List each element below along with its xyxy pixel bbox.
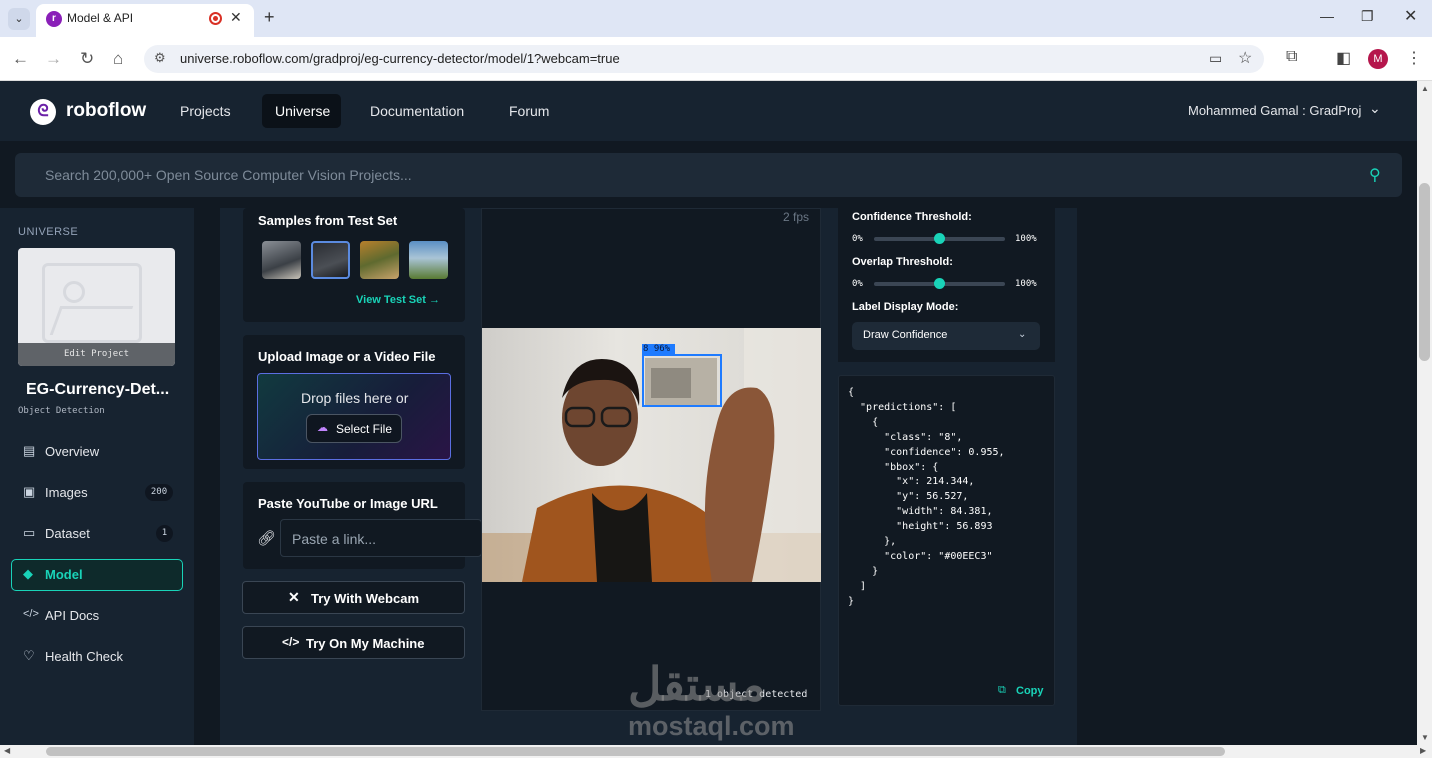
webcam-frame — [482, 328, 821, 582]
reload-icon[interactable]: ↻ — [80, 49, 94, 69]
page-viewport: ᘓ roboflow Projects Universe Documentati… — [0, 81, 1417, 745]
site-info-icon[interactable]: ⚙ — [154, 50, 166, 66]
horizontal-scroll-thumb[interactable] — [46, 747, 1225, 756]
logo-text[interactable]: roboflow — [66, 100, 146, 122]
model-icon: ◆ — [23, 566, 33, 581]
count-badge: 200 — [145, 484, 173, 501]
sidebar-item-label: API Docs — [45, 608, 100, 623]
code-icon: </> — [23, 608, 39, 620]
nav-universe[interactable]: Universe — [275, 103, 330, 119]
link-icon: 🔗︎ — [257, 530, 277, 547]
sample-thumbnail[interactable] — [360, 241, 399, 279]
try-webcam-label: Try With Webcam — [311, 591, 419, 606]
new-tab-icon[interactable]: + — [264, 7, 275, 28]
scroll-left-icon[interactable]: ◀ — [4, 746, 10, 755]
search-input[interactable]: Search 200,000+ Open Source Computer Vis… — [45, 167, 412, 183]
chevron-down-icon[interactable]: ⌄ — [1369, 100, 1381, 117]
side-panel-icon[interactable]: ◧ — [1336, 48, 1351, 68]
slider-min: 0% — [852, 234, 863, 244]
forward-icon[interactable]: → — [45, 49, 62, 69]
bbox-label: 8 96% — [643, 344, 671, 354]
heart-icon: ♡ — [23, 648, 35, 663]
slider-min: 0% — [852, 279, 863, 289]
scroll-up-icon[interactable]: ▲ — [1421, 84, 1429, 93]
count-badge: 1 — [156, 525, 173, 542]
sample-thumbnail[interactable] — [409, 241, 448, 279]
back-icon[interactable]: ← — [12, 49, 29, 69]
sidebar-item-label: Dataset — [45, 526, 90, 541]
overlap-label: Overlap Threshold: — [852, 256, 953, 268]
url-text[interactable]: universe.roboflow.com/gradproj/eg-curren… — [180, 51, 620, 66]
view-test-set-link[interactable]: View Test Set → — [356, 294, 440, 306]
select-file-label: Select File — [336, 422, 393, 436]
watermark-latin: mostaql.com — [628, 711, 795, 741]
bookmark-star-icon[interactable]: ☆ — [1238, 48, 1252, 68]
display-mode-value: Draw Confidence — [863, 329, 948, 341]
sidebar-item-label: Images — [45, 485, 88, 500]
roboflow-logo-icon[interactable]: ᘓ — [30, 99, 56, 125]
dropzone-text: Drop files here or — [301, 390, 409, 406]
confidence-label: Confidence Threshold: — [852, 211, 972, 223]
folder-icon: ▭ — [23, 525, 36, 540]
recording-indicator-icon — [209, 12, 222, 25]
vertical-scroll-thumb[interactable] — [1419, 183, 1430, 361]
nav-documentation[interactable]: Documentation — [370, 103, 464, 119]
restore-icon[interactable]: ❐ — [1361, 8, 1374, 25]
edit-project-button[interactable]: Edit Project — [18, 343, 175, 366]
image-placeholder-icon — [42, 263, 142, 343]
nav-forum[interactable]: Forum — [509, 103, 549, 119]
scroll-down-icon[interactable]: ▼ — [1421, 733, 1429, 742]
project-name: EG-Currency-Det... — [26, 381, 170, 398]
tab-close-icon[interactable]: ✕ — [230, 9, 242, 26]
code-icon: </> — [282, 635, 300, 649]
slider-max: 100% — [1015, 234, 1037, 244]
roboflow-favicon-icon: r — [46, 11, 62, 27]
try-machine-label: Try On My Machine — [306, 636, 425, 651]
upload-cloud-icon: ☁ — [317, 422, 328, 434]
document-icon: ▤ — [23, 443, 36, 458]
project-type: Object Detection — [18, 406, 105, 416]
scroll-right-icon[interactable]: ▶ — [1420, 746, 1426, 755]
copy-icon[interactable]: ⧉ — [998, 684, 1006, 697]
sidebar-item-label: Overview — [45, 444, 100, 459]
sample-thumbnail[interactable] — [311, 241, 350, 279]
copy-button[interactable]: Copy — [1016, 685, 1044, 697]
sidebar-item-label: Model — [45, 567, 83, 582]
home-icon[interactable]: ⌂ — [113, 49, 123, 69]
images-icon: ▣ — [23, 484, 36, 499]
chevron-down-icon: ⌄ — [1018, 329, 1027, 340]
user-menu[interactable]: Mohammed Gamal : GradProj — [1188, 103, 1361, 118]
window-close-icon[interactable]: ✕ — [1404, 6, 1417, 26]
search-icon[interactable]: ⚲ — [1369, 165, 1381, 185]
menu-kebab-icon[interactable]: ⋮ — [1406, 48, 1422, 68]
sidebar-item-label: Health Check — [45, 649, 124, 664]
url-title: Paste YouTube or Image URL — [258, 496, 438, 511]
upload-title: Upload Image or a Video File — [258, 349, 436, 364]
overlap-slider-knob[interactable] — [934, 278, 945, 289]
slider-max: 100% — [1015, 279, 1037, 289]
fps-readout: 2 fps — [783, 210, 810, 224]
close-icon: ✕ — [288, 589, 300, 605]
sidebar-section-label: UNIVERSE — [18, 226, 79, 238]
webcam-feed — [482, 328, 821, 582]
tab-title: Model & API — [67, 11, 134, 25]
sample-thumbnail[interactable] — [262, 241, 301, 279]
minimize-icon[interactable]: — — [1320, 8, 1334, 24]
profile-avatar[interactable]: M — [1368, 49, 1388, 69]
camera-in-use-icon[interactable]: ▭ — [1209, 50, 1222, 67]
tab-search-chevron-icon[interactable]: ⌄ — [8, 8, 30, 30]
url-input-placeholder[interactable]: Paste a link... — [292, 531, 376, 547]
samples-title: Samples from Test Set — [258, 213, 398, 228]
extensions-icon[interactable]: ⧉ — [1286, 48, 1297, 66]
vertical-scrollbar[interactable] — [1417, 81, 1432, 745]
display-mode-label: Label Display Mode: — [852, 301, 959, 313]
sidebar-item-model[interactable] — [11, 559, 183, 591]
confidence-slider-knob[interactable] — [934, 233, 945, 244]
nav-projects[interactable]: Projects — [180, 103, 231, 119]
json-output: { "predictions": [ { "class": "8", "conf… — [848, 387, 1005, 607]
watermark-arabic: مستقل — [628, 658, 766, 710]
